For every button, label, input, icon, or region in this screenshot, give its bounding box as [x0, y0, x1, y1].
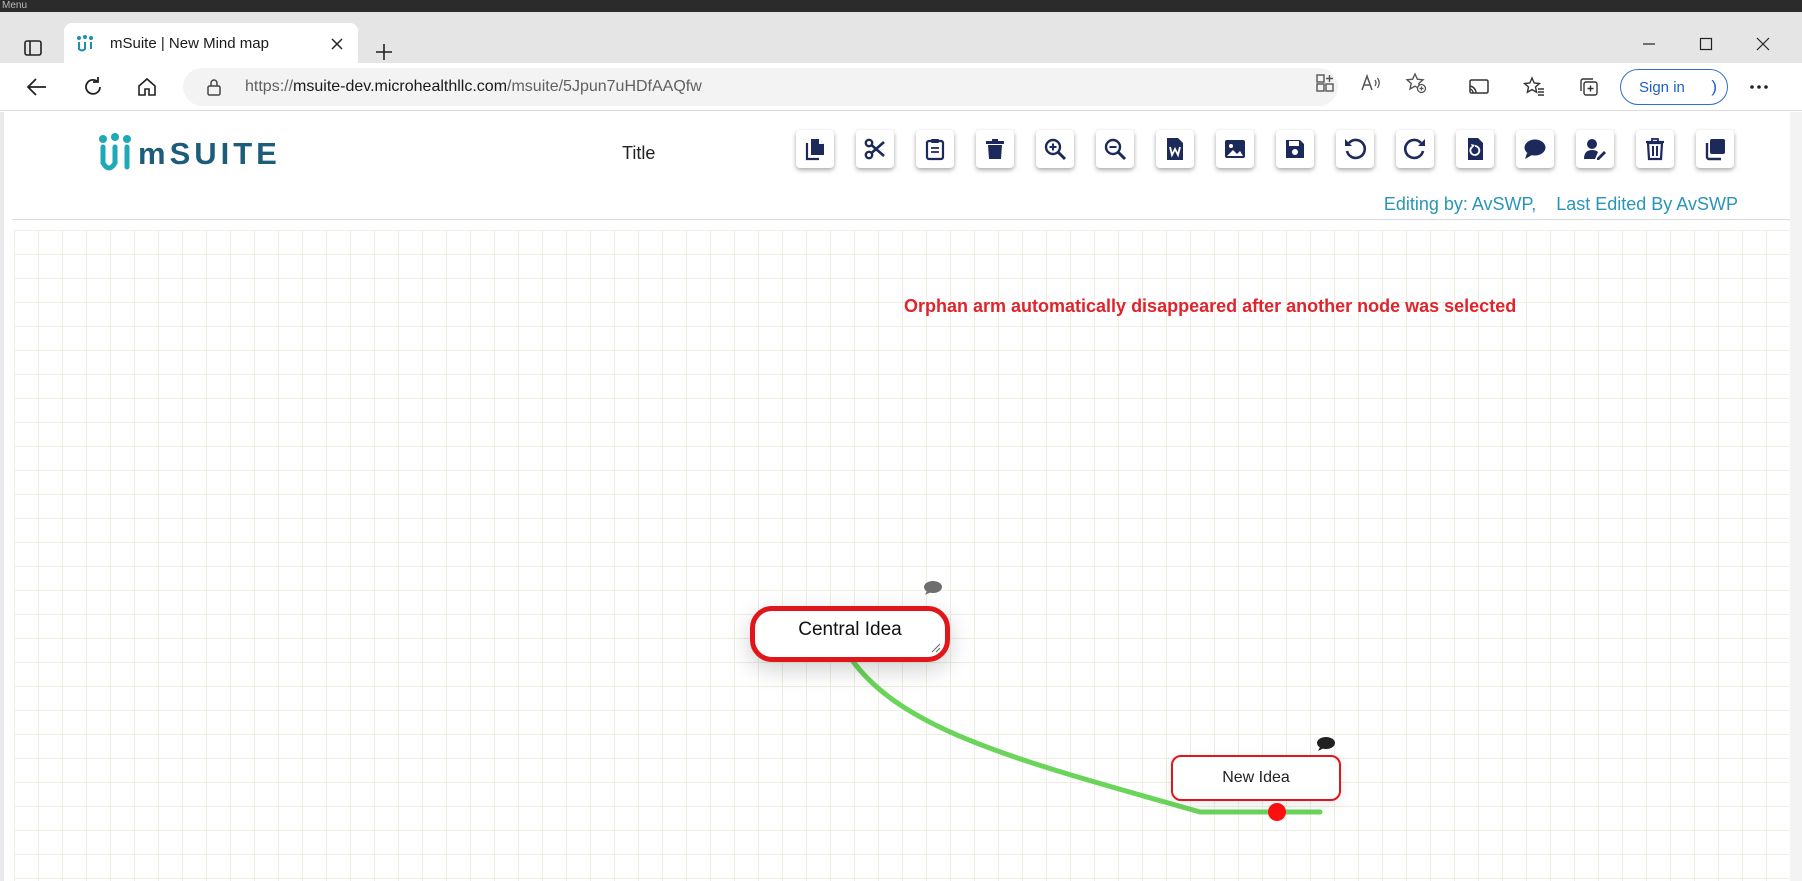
lock-icon[interactable]	[203, 76, 225, 98]
cast-icon[interactable]	[1460, 69, 1498, 105]
sign-in-label: Sign in	[1639, 78, 1685, 96]
node-central-idea[interactable]: Central Idea	[750, 606, 950, 662]
zoom-in-button[interactable]	[1036, 130, 1074, 168]
scissors-icon	[864, 138, 885, 160]
user-edit-icon	[1584, 139, 1606, 160]
msuite-favicon-icon	[74, 33, 96, 55]
window-close-icon[interactable]	[1740, 26, 1786, 62]
comments-button[interactable]	[1516, 130, 1554, 168]
save-button[interactable]	[1276, 130, 1314, 168]
last-edited-by-text: Last Edited By AvSWP	[1556, 194, 1738, 214]
new-idea-comment-icon[interactable]	[1316, 736, 1336, 752]
more-menu-icon[interactable]	[1740, 69, 1778, 105]
duplicate-button[interactable]	[1696, 130, 1734, 168]
msuite-logo[interactable]: mSUITE	[98, 132, 281, 176]
zoom-in-icon	[1044, 138, 1067, 161]
clone-icon	[1705, 139, 1725, 161]
msuite-app: mSUITE Title Editing by: AvSWP, Last Edi…	[4, 112, 1794, 881]
refresh-icon[interactable]	[74, 69, 112, 105]
read-aloud-icon[interactable]	[1360, 72, 1382, 94]
browser-navbar: https://msuite-dev.microhealthllc.com/ms…	[0, 63, 1802, 111]
tab-close-icon[interactable]	[326, 33, 348, 55]
copy-button[interactable]	[796, 130, 834, 168]
delete-map-button[interactable]	[1636, 130, 1674, 168]
toolbar	[796, 130, 1756, 170]
browser-tab-active[interactable]: mSuite | New Mind map	[64, 23, 358, 64]
page-scrollbar[interactable]	[1790, 112, 1802, 881]
comment-icon	[1524, 139, 1546, 159]
central-comment-icon[interactable]	[923, 580, 943, 596]
add-favorite-icon[interactable]	[1405, 72, 1427, 94]
editing-by-text: Editing by: AvSWP,	[1383, 194, 1537, 214]
user-edit-button[interactable]	[1576, 130, 1614, 168]
export-image-button[interactable]	[1216, 130, 1254, 168]
window-minimize-icon[interactable]	[1626, 26, 1672, 62]
trash-bin-icon	[1646, 138, 1664, 161]
tab-actions-icon[interactable]	[14, 30, 52, 66]
undo-icon	[1345, 138, 1367, 160]
cut-button[interactable]	[856, 130, 894, 168]
resize-grip-icon[interactable]	[931, 643, 941, 653]
delete-node-button[interactable]	[976, 130, 1014, 168]
tab-title: mSuite | New Mind map	[110, 35, 269, 52]
word-file-icon	[1167, 138, 1183, 160]
msuite-logo-mark-icon	[99, 133, 131, 171]
url-text: https://msuite-dev.microhealthllc.com/ms…	[245, 78, 702, 95]
undo-button[interactable]	[1336, 130, 1374, 168]
home-icon[interactable]	[128, 69, 166, 105]
browser-tabbar: mSuite | New Mind map	[0, 12, 1802, 66]
editing-status: Editing by: AvSWP, Last Edited By AvSWP	[1384, 194, 1738, 215]
floppy-icon	[1286, 140, 1304, 158]
mindmap-canvas[interactable]	[14, 230, 1794, 881]
app-header: mSUITE Title Editing by: AvSWP, Last Edi…	[4, 112, 1794, 220]
node-central-label: Central Idea	[798, 619, 902, 640]
export-word-button[interactable]	[1156, 130, 1194, 168]
back-icon[interactable]	[18, 69, 56, 105]
os-taskbar-strip: Menu	[0, 0, 1802, 12]
favorites-icon[interactable]	[1515, 69, 1553, 105]
image-icon	[1225, 140, 1245, 158]
page-title[interactable]: Title	[622, 143, 655, 164]
logo-text: mSUITE	[138, 136, 281, 171]
zoom-out-icon	[1104, 138, 1127, 161]
redo-icon	[1403, 138, 1425, 160]
collections-icon[interactable]	[1570, 69, 1608, 105]
window-maximize-icon[interactable]	[1683, 26, 1729, 62]
os-menu-text: Menu	[2, 0, 28, 11]
paste-button[interactable]	[916, 130, 954, 168]
sign-in-suffix: )	[1711, 77, 1717, 96]
app-install-icon[interactable]	[1314, 72, 1336, 94]
file-reset-icon	[1468, 138, 1483, 160]
clipboard-icon	[925, 139, 945, 161]
trash-icon	[986, 139, 1004, 159]
annotation-text: Orphan arm automatically disappeared aft…	[904, 296, 1517, 316]
zoom-out-button[interactable]	[1096, 130, 1134, 168]
node-new-idea[interactable]: New Idea	[1171, 755, 1341, 801]
sign-in-button[interactable]: Sign in )	[1620, 69, 1728, 105]
redo-button[interactable]	[1396, 130, 1434, 168]
copy-icon	[805, 139, 824, 161]
address-bar[interactable]: https://msuite-dev.microhealthllc.com/ms…	[183, 68, 1338, 106]
reset-button[interactable]	[1456, 130, 1494, 168]
header-divider	[12, 219, 1792, 220]
node-new-label: New Idea	[1222, 769, 1290, 786]
